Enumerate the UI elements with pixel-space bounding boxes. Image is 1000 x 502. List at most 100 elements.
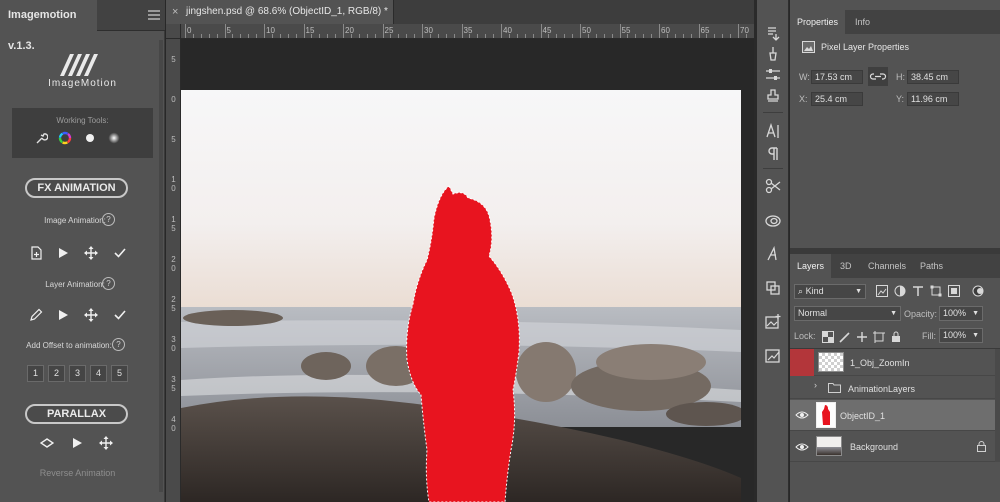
play-icon[interactable]: [56, 308, 70, 322]
layer-filter-value: Kind: [805, 286, 824, 296]
adjustments-icon[interactable]: [765, 67, 781, 83]
document-tab[interactable]: × jingshen.psd @ 68.6% (ObjectID_1, RGB/…: [166, 0, 394, 24]
layer-row[interactable]: 1_Obj_ZoomIn: [790, 349, 1000, 376]
history-icon[interactable]: [765, 26, 781, 42]
lock-pixels-icon[interactable]: [839, 331, 851, 343]
wrench-icon[interactable]: [34, 131, 48, 145]
brush-presets-icon[interactable]: [765, 46, 781, 62]
ruler-corner: [166, 24, 181, 39]
tab-layers[interactable]: Layers: [790, 254, 832, 278]
ruler-tick: [303, 24, 305, 38]
offset-button-5[interactable]: 5: [111, 365, 128, 382]
layer-thumbnail: [816, 402, 836, 428]
chevron-right-icon[interactable]: ›: [814, 380, 817, 390]
play-icon[interactable]: [56, 246, 70, 260]
filter-adjustment-icon[interactable]: [894, 285, 906, 297]
opacity-field[interactable]: 100% ▼: [939, 306, 983, 321]
filter-pixel-icon[interactable]: [876, 285, 888, 297]
check-icon[interactable]: [113, 246, 127, 260]
ruler-label: 3 0: [171, 335, 176, 353]
paragraph-icon[interactable]: [765, 146, 781, 162]
lock-all-icon[interactable]: [890, 331, 902, 343]
help-icon[interactable]: ?: [112, 338, 125, 351]
check-icon[interactable]: [113, 308, 127, 322]
eye-icon[interactable]: [795, 409, 809, 421]
offset-button-2[interactable]: 2: [48, 365, 65, 382]
pencil-icon[interactable]: [29, 308, 43, 322]
3d-transform-icon[interactable]: [765, 280, 781, 296]
ruler-label: 2 5: [171, 295, 176, 313]
tab-3d[interactable]: 3D: [833, 254, 859, 278]
layer-animation-label: Layer Animation:: [45, 280, 105, 289]
link-dimensions-icon[interactable]: [868, 67, 888, 86]
move-icon[interactable]: [84, 308, 98, 322]
ruler-label: 70: [740, 26, 749, 35]
scissors-icon[interactable]: [765, 178, 781, 194]
blend-mode-select[interactable]: Normal ▼: [794, 306, 901, 321]
filter-toggle-icon[interactable]: [971, 284, 985, 298]
ruler-tick: [224, 24, 226, 38]
width-field[interactable]: 17.53 cm: [811, 70, 863, 84]
soft-brush-icon[interactable]: [107, 131, 121, 145]
move-icon[interactable]: [99, 436, 113, 450]
ruler-tick: [390, 34, 392, 38]
eye-icon[interactable]: [795, 441, 809, 453]
ruler-tick: [532, 34, 534, 38]
document-canvas[interactable]: [181, 90, 741, 502]
plugin-tab[interactable]: Imagemotion v.1.3.: [0, 0, 97, 52]
add-file-icon[interactable]: [29, 246, 43, 260]
image-edit-icon[interactable]: [765, 347, 781, 363]
ruler-label: 65: [700, 26, 710, 35]
tab-info[interactable]: Info: [848, 10, 877, 34]
distant-rock: [183, 310, 283, 326]
filter-shape-icon[interactable]: [930, 285, 942, 297]
parallax-button[interactable]: PARALLAX: [25, 404, 128, 424]
lock-position-icon[interactable]: [856, 331, 868, 343]
plugin-scrollbar[interactable]: [159, 40, 163, 492]
layer-row[interactable]: Background: [790, 432, 1000, 462]
filter-smart-object-icon[interactable]: [948, 285, 960, 297]
layer-row-selected[interactable]: ObjectID_1: [790, 400, 1000, 431]
ruler-tick: [192, 34, 194, 38]
close-tab-icon[interactable]: ×: [172, 0, 178, 24]
ruler-tick: [580, 24, 581, 38]
hard-brush-icon[interactable]: [83, 131, 97, 145]
ruler-tick: [722, 34, 724, 38]
ruler-label: 15: [305, 26, 315, 35]
filter-type-icon[interactable]: [912, 285, 924, 297]
layers-scrollbar[interactable]: [995, 349, 1000, 462]
tab-properties[interactable]: Properties: [790, 10, 846, 34]
libraries-icon[interactable]: [765, 212, 781, 228]
ruler-tick: [279, 34, 281, 38]
ruler-tick: [311, 34, 313, 38]
stamp-icon[interactable]: [765, 88, 781, 104]
height-field[interactable]: 38.45 cm: [907, 70, 959, 84]
color-wheel-icon[interactable]: [58, 131, 72, 145]
panel-menu-icon[interactable]: [148, 10, 160, 20]
layer-group-row[interactable]: › AnimationLayers: [790, 377, 1000, 399]
glyphs-icon[interactable]: [765, 246, 781, 262]
fx-animation-button[interactable]: FX ANIMATION: [25, 178, 128, 198]
reverse-animation-button[interactable]: Reverse Animation: [0, 468, 155, 478]
diamond-icon[interactable]: [40, 436, 54, 450]
layer-filter-select[interactable]: ⌕ Kind ▼: [794, 284, 866, 299]
move-icon[interactable]: [84, 246, 98, 260]
image-add-icon[interactable]: [765, 313, 781, 329]
offset-button-4[interactable]: 4: [90, 365, 107, 382]
x-field[interactable]: 25.4 cm: [811, 92, 863, 106]
help-icon[interactable]: ?: [102, 277, 115, 290]
ruler-label: 5: [171, 135, 176, 144]
lock-transparent-icon[interactable]: [822, 331, 834, 343]
offset-button-1[interactable]: 1: [27, 365, 44, 382]
character-icon[interactable]: [765, 123, 781, 139]
y-field[interactable]: 11.96 cm: [907, 92, 959, 106]
tab-paths[interactable]: Paths: [913, 254, 950, 278]
lock-artboard-icon[interactable]: [873, 331, 885, 343]
ruler-tick: [248, 34, 250, 38]
offset-button-3[interactable]: 3: [69, 365, 86, 382]
fill-field[interactable]: 100% ▼: [939, 328, 983, 343]
play-icon[interactable]: [70, 436, 84, 450]
ruler-tick: [730, 34, 732, 38]
help-icon[interactable]: ?: [102, 213, 115, 226]
tab-channels[interactable]: Channels: [861, 254, 913, 278]
